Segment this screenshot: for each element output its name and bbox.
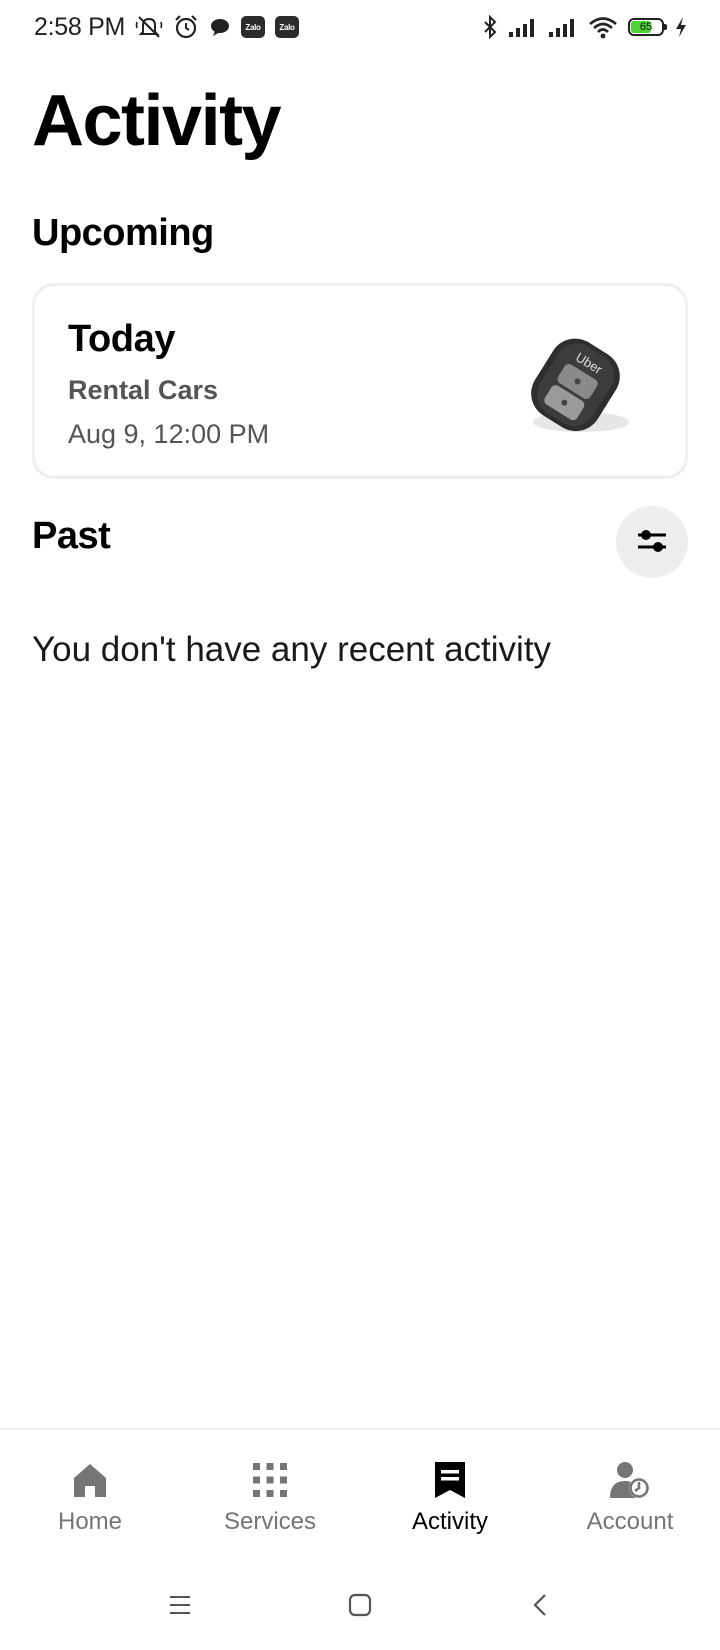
upcoming-heading: Upcoming [32,212,214,254]
upcoming-trip-card[interactable]: Today Rental Cars Aug 9, 12:00 PM Uber [32,283,688,479]
grid-icon [248,1458,292,1502]
nav-account[interactable]: Account [540,1430,720,1554]
empty-activity-message: You don't have any recent activity [32,630,552,669]
past-heading: Past [32,515,111,557]
signal-icon [548,16,578,38]
activity-screen: 2:58 PM Zalo Zalo 65 Activity Upcoming T… [0,0,720,1650]
alarm-icon [173,14,199,40]
home-square-icon[interactable] [335,1580,385,1630]
filter-button[interactable] [616,506,688,578]
trip-datetime: Aug 9, 12:00 PM [68,419,270,449]
status-right: 65 [482,15,688,39]
car-key-fob-icon: Uber [531,338,629,432]
charging-icon [674,16,688,38]
wifi-icon [588,15,618,39]
nav-home[interactable]: Home [0,1430,180,1554]
battery-level: 65 [639,21,653,33]
zalo-icon: Zalo [241,16,266,38]
status-left: 2:58 PM Zalo Zalo [34,12,300,42]
zalo-label: Zalo [279,22,295,32]
nav-services-label: Services [223,1508,317,1535]
nav-activity-label: Activity [411,1508,488,1535]
menu-icon[interactable] [155,1580,205,1630]
trip-service: Rental Cars [68,375,219,405]
back-icon[interactable] [515,1580,565,1630]
nav-activity[interactable]: Activity [360,1430,540,1554]
zalo-icon: Zalo [275,16,300,38]
battery-icon: 65 [628,18,667,36]
muted-bell-icon [135,14,163,40]
status-bar: 2:58 PM Zalo Zalo 65 [0,0,720,54]
chat-bubble-icon [209,16,231,38]
page-title: Activity [32,81,282,161]
system-navigation-bar [0,1560,720,1650]
sliders-icon [635,524,669,561]
home-icon [68,1458,112,1502]
nav-account-label: Account [586,1508,674,1535]
bluetooth-icon [482,15,498,39]
account-icon [608,1458,652,1502]
zalo-label: Zalo [245,22,261,32]
receipt-icon [428,1458,472,1502]
nav-services[interactable]: Services [180,1430,360,1554]
signal-icon [508,16,538,38]
status-time: 2:58 PM [34,12,126,41]
nav-home-label: Home [57,1508,123,1535]
bottom-nav: Home Services Activity Account [0,1428,720,1552]
trip-day: Today [68,318,176,360]
